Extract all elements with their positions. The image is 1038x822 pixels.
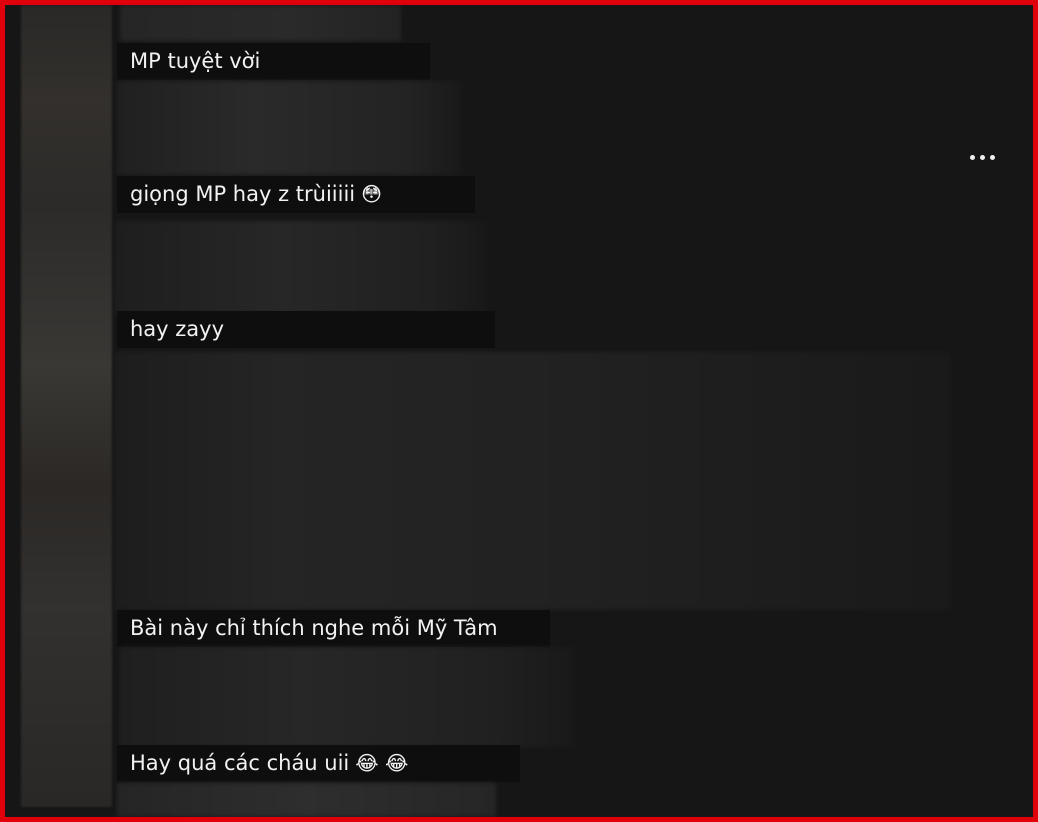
comment-text: MP tuyệt vời [130,49,261,73]
comment-feed: MP tuyệt vời giọng MP hay z trùiiiii 😳 ha… [5,5,1033,817]
comment-caption-5: Hay quá các cháu uii 😂 😂 [117,745,520,782]
blurred-image-5 [120,647,575,747]
blurred-sidebar-strip [21,5,112,807]
laughing-tears-emoji: 😂 😂 [355,751,409,775]
blurred-image-2 [117,81,462,175]
comment-caption-4: Bài này chỉ thích nghe mỗi Mỹ Tâm [117,610,550,647]
comment-caption-2: giọng MP hay z trùiiiii 😳 [117,176,475,213]
blurred-image-4 [115,352,950,610]
comment-caption-1: MP tuyệt vời [117,43,430,80]
comment-caption-3: hay zayy [117,311,495,348]
blurred-image-3 [115,221,487,314]
comment-text: hay zayy [130,317,225,341]
comment-text: Bài này chỉ thích nghe mỗi Mỹ Tâm [130,616,498,640]
comment-text: giọng MP hay z trùiiiii [130,182,356,206]
comment-text: Hay quá các cháu uii [130,751,350,775]
blurred-image-1 [120,5,401,41]
blurred-image-6 [117,783,496,817]
flushed-face-emoji: 😳 [361,182,382,206]
more-options-button[interactable] [961,145,1003,169]
more-horizontal-icon [969,154,975,160]
